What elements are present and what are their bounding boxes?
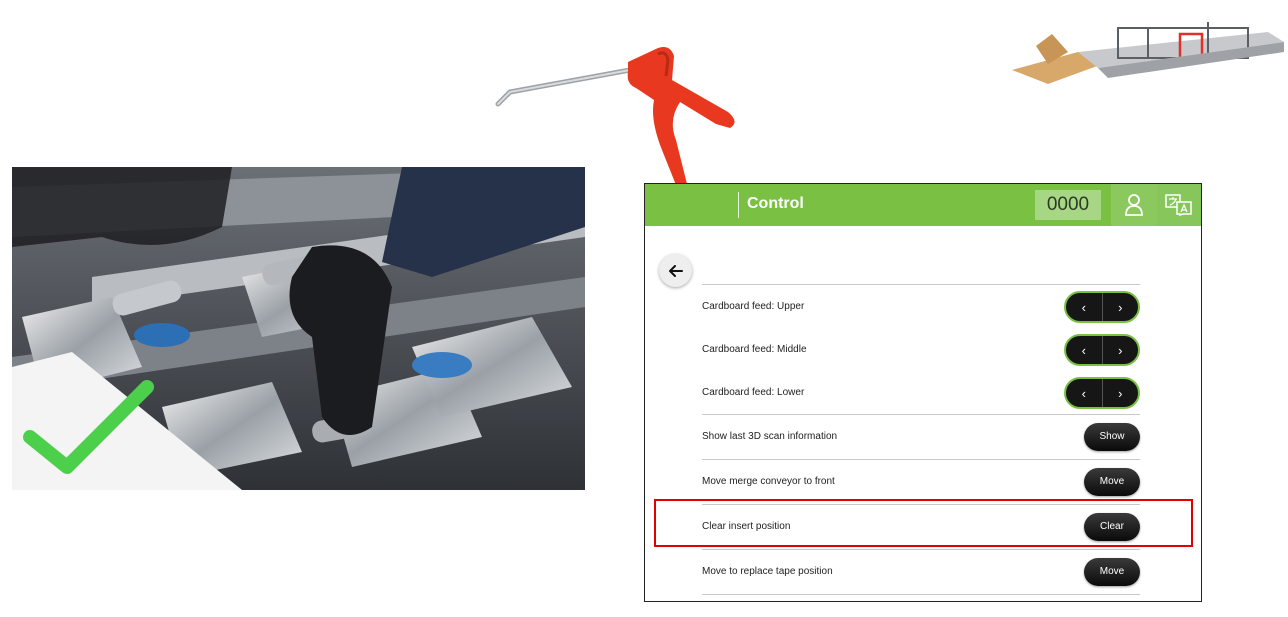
list-item: Cardboard feed: Upper ‹ › bbox=[702, 285, 1140, 328]
air-blow-gun-illustration bbox=[490, 40, 750, 200]
stepper-next-button[interactable]: › bbox=[1101, 336, 1139, 364]
list-item: Move to replace tape position Move bbox=[702, 550, 1140, 594]
move-merge-conveyor-button[interactable]: Move bbox=[1084, 468, 1140, 496]
user-button[interactable] bbox=[1111, 184, 1157, 226]
stepper-prev-button[interactable]: ‹ bbox=[1066, 293, 1102, 321]
header-bar: Control 0000 bbox=[645, 184, 1201, 226]
list-item: Move merge conveyor to front Move bbox=[702, 460, 1140, 504]
row-label: Show last 3D scan information bbox=[702, 431, 838, 442]
stepper-prev-button[interactable]: ‹ bbox=[1066, 336, 1102, 364]
row-label: Cardboard feed: Middle bbox=[702, 344, 807, 355]
arrow-left-icon bbox=[668, 264, 683, 277]
move-replace-tape-button[interactable]: Move bbox=[1084, 558, 1140, 586]
cardboard-feed-lower-stepper: ‹ › bbox=[1064, 377, 1140, 409]
counter-display: 0000 bbox=[1035, 190, 1101, 220]
stepper-prev-button[interactable]: ‹ bbox=[1066, 379, 1102, 407]
cardboard-feed-middle-stepper: ‹ › bbox=[1064, 334, 1140, 366]
list-item: Clear insert position Clear bbox=[702, 505, 1140, 549]
show-button[interactable]: Show bbox=[1084, 423, 1140, 451]
header-divider bbox=[738, 192, 739, 218]
row-label: Clear insert position bbox=[702, 521, 791, 532]
row-label: Cardboard feed: Upper bbox=[702, 301, 805, 312]
user-icon bbox=[1125, 194, 1143, 216]
page-title: Control bbox=[747, 195, 804, 212]
row-label: Move merge conveyor to front bbox=[702, 476, 835, 487]
row-label: Move to replace tape position bbox=[702, 566, 833, 577]
list-item: Cardboard feed: Lower ‹ › bbox=[702, 371, 1140, 414]
settings-list: Cardboard feed: Upper ‹ › Cardboard feed… bbox=[702, 284, 1140, 595]
stepper-next-button[interactable]: › bbox=[1101, 379, 1139, 407]
divider bbox=[702, 594, 1140, 595]
list-item: Cardboard feed: Middle ‹ › bbox=[702, 328, 1140, 371]
clear-button[interactable]: Clear bbox=[1084, 513, 1140, 541]
hand-cleaning-rollers-photo bbox=[12, 167, 585, 490]
instruction-slide: Control 0000 Cardboard feed: Upper ‹ › C… bbox=[0, 0, 1288, 617]
stepper-next-button[interactable]: › bbox=[1101, 293, 1139, 321]
cardboard-feed-upper-stepper: ‹ › bbox=[1064, 291, 1140, 323]
control-panel-screen: Control 0000 Cardboard feed: Upper ‹ › C… bbox=[644, 183, 1202, 602]
language-button[interactable] bbox=[1157, 184, 1201, 226]
row-label: Cardboard feed: Lower bbox=[702, 387, 805, 398]
list-item: Show last 3D scan information Show bbox=[702, 415, 1140, 459]
translate-icon bbox=[1165, 194, 1192, 216]
packaging-machine-thumbnail bbox=[1008, 12, 1286, 88]
back-button[interactable] bbox=[659, 254, 692, 287]
